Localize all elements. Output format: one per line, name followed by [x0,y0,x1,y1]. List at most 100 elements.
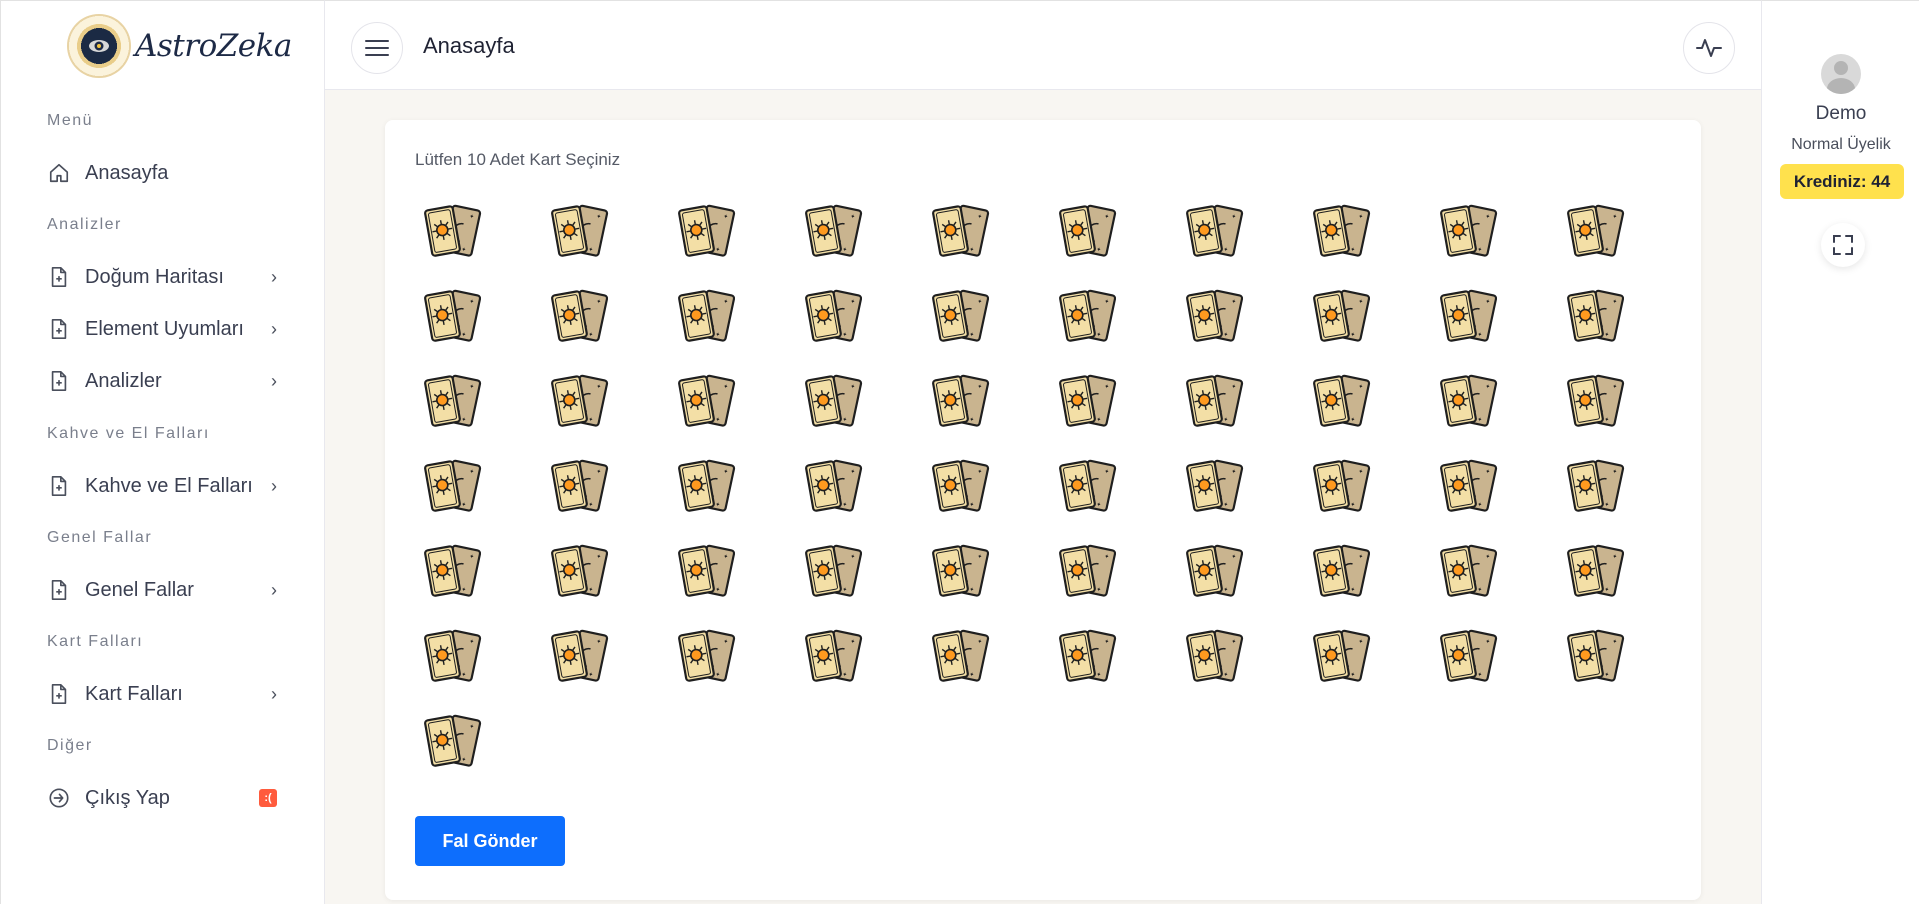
sidebar-item-kart-fallari[interactable]: Kart Falları › [47,678,277,710]
sidebar-item-kahve-ve-el-fallari[interactable]: Kahve ve El Falları › [47,470,277,502]
tarot-card[interactable]: ✦ ✦ [1310,200,1437,285]
tarot-card[interactable]: ✦ ✦ [548,540,675,625]
tarot-card[interactable]: ✦ ✦ [929,540,1056,625]
tarot-card[interactable]: ✦ ✦ [802,370,929,455]
tarot-card[interactable]: ✦ ✦ [1437,285,1564,370]
user-name: Demo [1815,103,1867,124]
tarot-card[interactable]: ✦ ✦ [421,370,548,455]
tarot-card[interactable]: ✦ ✦ [548,370,675,455]
tarot-card[interactable]: ✦ ✦ [1310,625,1437,710]
tarot-card[interactable]: ✦ ✦ [1310,285,1437,370]
tarot-card[interactable]: ✦ ✦ [1437,370,1564,455]
tarot-card[interactable]: ✦ ✦ [1056,625,1183,710]
sidebar-item-genel-fallar[interactable]: Genel Fallar › [47,574,277,606]
tarot-card[interactable]: ✦ ✦ [929,625,1056,710]
sidebar-item-analizler[interactable]: Analizler › [47,365,277,397]
tarot-card[interactable]: ✦ ✦ [1056,200,1183,285]
tarot-card[interactable]: ✦ ✦ [675,540,802,625]
tarot-card[interactable]: ✦ ✦ [1437,540,1564,625]
tarot-card[interactable]: ✦ ✦ [1437,455,1564,540]
tarot-card[interactable]: ✦ ✦ [1564,200,1691,285]
tarot-card[interactable]: ✦ ✦ [1310,455,1437,540]
tarot-card[interactable]: ✦ ✦ [929,455,1056,540]
tarot-card-icon: ✦ ✦ [551,204,609,257]
tarot-card[interactable]: ✦ ✦ [675,200,802,285]
tarot-card[interactable]: ✦ ✦ [802,625,929,710]
tarot-card[interactable]: ✦ ✦ [929,285,1056,370]
tarot-card[interactable]: ✦ ✦ [1564,370,1691,455]
tarot-card[interactable]: ✦ ✦ [1183,285,1310,370]
tarot-card[interactable]: ✦ ✦ [802,200,929,285]
tarot-card[interactable]: ✦ ✦ [548,455,675,540]
brand-logo[interactable]: AstroZeka [67,14,292,78]
sidebar-item-anasayfa[interactable]: Anasayfa [47,157,277,189]
tarot-card-icon: ✦ ✦ [551,629,609,682]
tarot-card[interactable]: ✦ ✦ [1310,540,1437,625]
tarot-card[interactable]: ✦ ✦ [1564,455,1691,540]
user-panel: Demo Normal Üyelik Krediniz: 44 [1761,0,1919,904]
tarot-card[interactable]: ✦ ✦ [1437,200,1564,285]
tarot-card[interactable]: ✦ ✦ [1056,285,1183,370]
tarot-card[interactable]: ✦ ✦ [548,200,675,285]
tarot-card-icon: ✦ ✦ [1313,289,1371,342]
send-fortune-button[interactable]: Fal Gönder [415,816,565,866]
tarot-card[interactable]: ✦ ✦ [421,455,548,540]
tarot-card[interactable]: ✦ ✦ [548,625,675,710]
tarot-card-icon: ✦ ✦ [1059,459,1117,512]
tarot-card[interactable]: ✦ ✦ [802,285,929,370]
tarot-card-icon: ✦ ✦ [932,459,990,512]
tarot-card[interactable]: ✦ ✦ [421,285,548,370]
tarot-card[interactable]: ✦ ✦ [1056,455,1183,540]
tarot-card-icon: ✦ ✦ [805,289,863,342]
avatar[interactable] [1821,54,1861,94]
tarot-card[interactable]: ✦ ✦ [675,455,802,540]
tarot-card[interactable]: ✦ ✦ [1183,625,1310,710]
tarot-card-icon: ✦ ✦ [1313,629,1371,682]
tarot-card[interactable]: ✦ ✦ [929,200,1056,285]
document-icon [47,578,71,602]
tarot-card[interactable]: ✦ ✦ [421,710,548,795]
tarot-card[interactable]: ✦ ✦ [1437,625,1564,710]
tarot-card[interactable]: ✦ ✦ [802,455,929,540]
sidebar-item-dogum-haritasi[interactable]: Doğum Haritası › [47,261,277,293]
tarot-card[interactable]: ✦ ✦ [675,625,802,710]
tarot-card[interactable]: ✦ ✦ [1564,625,1691,710]
tarot-card[interactable]: ✦ ✦ [1056,370,1183,455]
tarot-card[interactable]: ✦ ✦ [1310,370,1437,455]
tarot-card[interactable]: ✦ ✦ [1564,540,1691,625]
tarot-card-icon: ✦ ✦ [678,204,736,257]
tarot-card[interactable]: ✦ ✦ [1183,370,1310,455]
tarot-card[interactable]: ✦ ✦ [1183,540,1310,625]
tarot-card[interactable]: ✦ ✦ [421,200,548,285]
sidebar-item-element-uyumlari[interactable]: Element Uyumları › [47,313,277,345]
tarot-card-icon: ✦ ✦ [805,204,863,257]
chevron-right-icon: › [271,579,277,600]
sidebar-item-label: Doğum Haritası [85,265,224,288]
tarot-card[interactable]: ✦ ✦ [1183,455,1310,540]
tarot-card[interactable]: ✦ ✦ [1564,285,1691,370]
tarot-card[interactable]: ✦ ✦ [1183,200,1310,285]
tarot-card[interactable]: ✦ ✦ [675,285,802,370]
tarot-card[interactable]: ✦ ✦ [929,370,1056,455]
tarot-card[interactable]: ✦ ✦ [548,285,675,370]
tarot-card[interactable]: ✦ ✦ [421,540,548,625]
logout-badge: :( [259,789,277,807]
tarot-card[interactable]: ✦ ✦ [1056,540,1183,625]
tarot-card-icon: ✦ ✦ [1059,544,1117,597]
sidebar-item-cikis-yap[interactable]: Çıkış Yap :( [47,782,277,814]
activity-button[interactable] [1683,22,1735,74]
tarot-card[interactable]: ✦ ✦ [802,540,929,625]
tarot-card[interactable]: ✦ ✦ [421,625,548,710]
tarot-card-icon: ✦ ✦ [1186,374,1244,427]
fullscreen-button[interactable] [1821,223,1865,267]
tarot-card-icon: ✦ ✦ [1567,544,1625,597]
document-icon [47,682,71,706]
tarot-card-icon: ✦ ✦ [1313,459,1371,512]
tarot-card-icon: ✦ ✦ [424,714,482,767]
menu-toggle-button[interactable] [351,22,403,74]
tarot-card-icon: ✦ ✦ [678,289,736,342]
section-title-genel-fallar: Genel Fallar [47,529,153,546]
tarot-card[interactable]: ✦ ✦ [675,370,802,455]
tarot-card-icon: ✦ ✦ [424,459,482,512]
sidebar: AstroZeka Menü Anasayfa Analizler Doğum … [0,0,325,904]
